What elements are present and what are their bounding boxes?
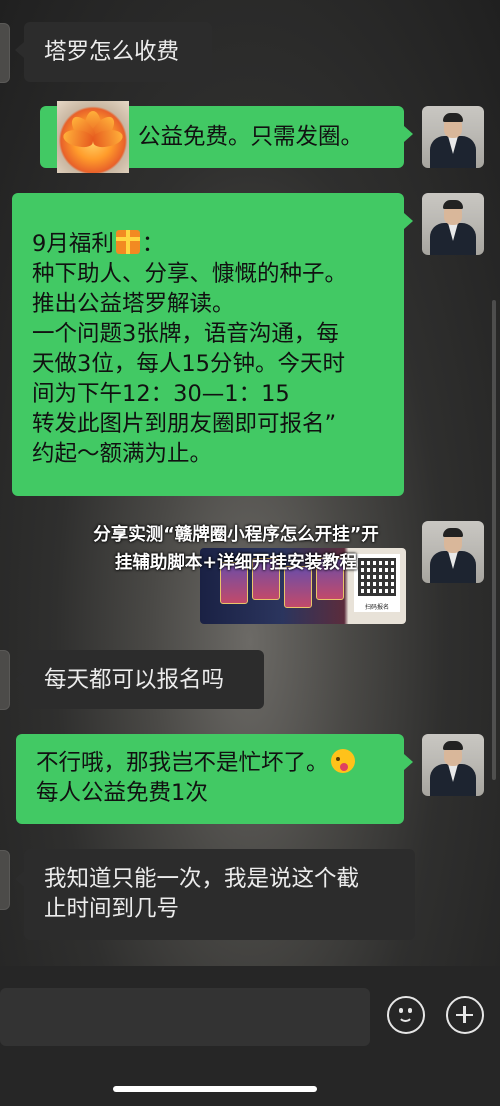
bubble-tail — [15, 871, 24, 887]
caption-line: 挂辅助脚本+详细开挂安装教程 — [114, 553, 358, 573]
message-bubble-incoming[interactable]: 每天都可以报名吗 — [24, 650, 264, 709]
message-text: 约起～额满为止。 — [32, 441, 213, 467]
message-text: 推出公益塔罗解读。 — [32, 291, 235, 317]
bubble-tail — [404, 213, 413, 229]
user-avatar[interactable] — [422, 521, 484, 583]
contact-avatar[interactable] — [0, 850, 10, 910]
message-input[interactable] — [0, 988, 370, 1046]
user-avatar[interactable] — [422, 734, 484, 796]
message-line: 不行哦，那我岂不是忙坏了。 — [36, 748, 404, 778]
scrollbar[interactable] — [492, 300, 496, 780]
message-text: 种下助人、分享、慷慨的种子。 — [32, 261, 348, 287]
caption-line: 分享实测“赣牌圈小程序怎么开挂”开 — [93, 525, 379, 545]
gift-icon — [115, 230, 140, 254]
message-bubble-outgoing[interactable]: 不行哦，那我岂不是忙坏了。 每人公益免费1次 — [16, 734, 404, 824]
message-text: 不行哦，那我岂不是忙坏了。 — [36, 750, 329, 776]
message-line: 9月福利 ： — [32, 229, 404, 259]
bubble-tail — [15, 671, 24, 687]
message-text: 天做3位，每人15分钟。今天时 — [32, 351, 345, 377]
bubble-tail — [404, 754, 413, 770]
user-avatar[interactable] — [422, 193, 484, 255]
message-bubble-incoming[interactable]: 塔罗怎么收费 — [24, 22, 212, 82]
winking-face-icon — [330, 749, 355, 773]
bubble-tail — [15, 42, 24, 58]
qr-label: 扫码报名 — [364, 604, 389, 611]
message-bubble-outgoing[interactable]: 9月福利 ： 种下助人、分享、慷慨的种子。 推出公益塔罗解读。 一个问题3张牌，语… — [12, 193, 404, 496]
message-text: 转发此图片到朋友圈即可报名” — [32, 411, 337, 437]
message-text: 塔罗怎么收费 — [44, 39, 180, 65]
message-bubble-incoming[interactable]: 我知道只能一次，我是说这个截 止时间到几号 — [24, 849, 415, 940]
lotus-image[interactable] — [57, 101, 129, 173]
message-text: 我知道只能一次，我是说这个截 — [44, 866, 360, 892]
message-text: 每人公益免费1次 — [36, 780, 208, 806]
message-text: 9月福利 — [32, 231, 114, 257]
message-text: 间为下午12：30—1：15 — [32, 381, 290, 407]
user-avatar[interactable] — [422, 106, 484, 168]
message-text: 一个问题3张牌，语音沟通，每 — [32, 321, 339, 347]
message-text: ： — [141, 231, 165, 257]
message-text: 公益免费。只需发圈。 — [138, 124, 364, 150]
message-text: 每天都可以报名吗 — [44, 667, 225, 693]
home-indicator[interactable] — [113, 1086, 317, 1092]
message-text: 止时间到几号 — [44, 896, 180, 922]
plus-icon[interactable] — [446, 996, 484, 1034]
contact-avatar[interactable] — [0, 650, 10, 710]
bubble-tail — [404, 126, 413, 142]
chat-input-bar — [0, 966, 500, 1106]
contact-avatar[interactable] — [0, 23, 10, 83]
watermark-caption: 分享实测“赣牌圈小程序怎么开挂”开 挂辅助脚本+详细开挂安装教程 — [56, 521, 416, 584]
smiley-icon[interactable] — [387, 996, 425, 1034]
